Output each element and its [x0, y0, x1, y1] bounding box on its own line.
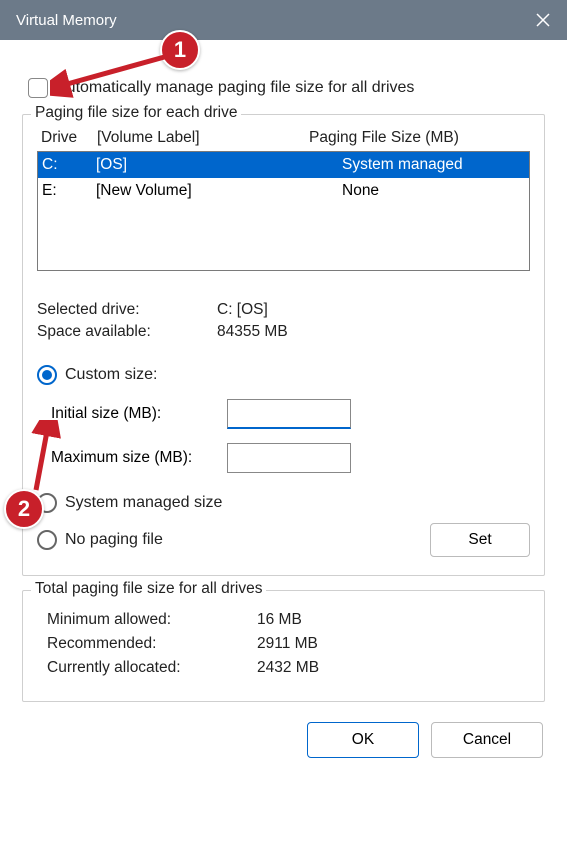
maximum-size-input[interactable] [227, 443, 351, 473]
set-button[interactable]: Set [430, 523, 530, 557]
initial-size-label: Initial size (MB): [51, 405, 227, 423]
close-icon [535, 12, 551, 28]
drive-row-e[interactable]: E: [New Volume] None [38, 178, 529, 204]
header-paging: Paging File Size (MB) [309, 129, 526, 147]
system-managed-label: System managed size [65, 494, 222, 512]
recommended-value: 2911 MB [257, 635, 318, 653]
recommended-label: Recommended: [47, 635, 257, 653]
totals-group-label: Total paging file size for all drives [31, 580, 266, 598]
titlebar: Virtual Memory [0, 0, 567, 40]
drive-list[interactable]: C: [OS] System managed E: [New Volume] N… [37, 151, 530, 271]
drive-groupbox: Paging file size for each drive Drive [V… [22, 114, 545, 576]
no-paging-label: No paging file [65, 531, 163, 549]
space-available-label: Space available: [37, 323, 217, 341]
header-volume: [Volume Label] [97, 129, 309, 147]
selected-drive-value: C: [OS] [217, 301, 268, 319]
currently-allocated-value: 2432 MB [257, 659, 319, 677]
min-allowed-value: 16 MB [257, 611, 302, 629]
space-available-value: 84355 MB [217, 323, 288, 341]
drive-group-label: Paging file size for each drive [31, 104, 241, 122]
ok-button[interactable]: OK [307, 722, 419, 758]
custom-size-label: Custom size: [65, 366, 157, 384]
initial-size-input[interactable] [227, 399, 351, 429]
system-managed-radio[interactable] [37, 493, 57, 513]
currently-allocated-label: Currently allocated: [47, 659, 257, 677]
cancel-button[interactable]: Cancel [431, 722, 543, 758]
min-allowed-label: Minimum allowed: [47, 611, 257, 629]
selected-drive-label: Selected drive: [37, 301, 217, 319]
header-drive: Drive [41, 129, 97, 147]
auto-manage-label: Automatically manage paging file size fo… [56, 79, 414, 97]
auto-manage-checkbox[interactable] [28, 78, 48, 98]
window-title: Virtual Memory [16, 12, 117, 29]
custom-size-radio[interactable] [37, 365, 57, 385]
maximum-size-label: Maximum size (MB): [51, 449, 227, 467]
drive-list-headers: Drive [Volume Label] Paging File Size (M… [37, 129, 530, 147]
totals-groupbox: Total paging file size for all drives Mi… [22, 590, 545, 702]
close-button[interactable] [531, 8, 555, 32]
virtual-memory-dialog: Virtual Memory Automatically manage pagi… [0, 0, 567, 866]
no-paging-radio[interactable] [37, 530, 57, 550]
drive-row-c[interactable]: C: [OS] System managed [38, 152, 529, 178]
